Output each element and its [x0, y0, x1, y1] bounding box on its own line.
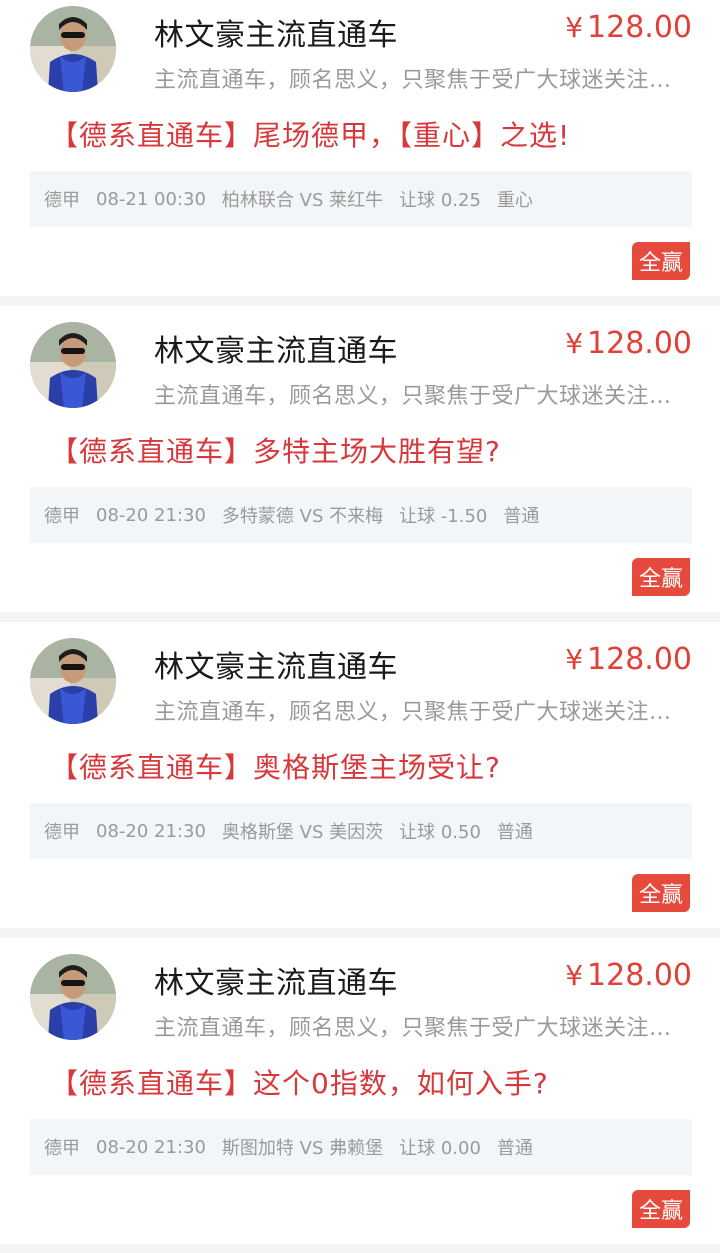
match-teams: 奥格斯堡 VS 美因茨 [221, 822, 384, 843]
price: ¥128.00 [565, 958, 692, 993]
author-avatar[interactable] [30, 638, 116, 724]
author-avatar-icon [30, 954, 116, 1040]
match-time: 08-20 21:30 [96, 820, 206, 842]
author-avatar-icon [30, 6, 116, 92]
author-intro: 主流直通车，顾名思义，只聚焦于受广大球迷关注… [154, 68, 672, 93]
result-badge: 全赢 [632, 874, 690, 912]
match-handicap: 让球 0.25 [399, 190, 481, 211]
price-value: 128.00 [587, 642, 692, 677]
author-name[interactable]: 林文豪主流直通车 [154, 958, 398, 1002]
post-title[interactable]: 【德系直通车】尾场德甲，【重心】之选! [50, 114, 700, 154]
post-title[interactable]: 【德系直通车】多特主场大胜有望? [50, 430, 700, 470]
author-avatar-icon [30, 322, 116, 408]
match-teams: 斯图加特 VS 弗赖堡 [221, 1138, 384, 1159]
author-name[interactable]: 林文豪主流直通车 [154, 326, 398, 370]
currency-symbol: ¥ [565, 327, 584, 360]
post-card[interactable]: 林文豪主流直通车 ¥128.00 主流直通车，顾名思义，只聚焦于受广大球迷关注…… [0, 306, 720, 612]
match-teams: 多特蒙德 VS 不来梅 [221, 506, 384, 527]
currency-symbol: ¥ [565, 643, 584, 676]
price-value: 128.00 [587, 10, 692, 45]
author-avatar-icon [30, 638, 116, 724]
result-badge: 全赢 [632, 1190, 690, 1228]
result-badge: 全赢 [632, 558, 690, 596]
post-title[interactable]: 【德系直通车】这个0指数，如何入手? [50, 1062, 700, 1102]
post-title[interactable]: 【德系直通车】奥格斯堡主场受让? [50, 746, 700, 786]
match-league: 德甲 [44, 190, 80, 211]
match-handicap: 让球 0.50 [399, 822, 481, 843]
author-intro: 主流直通车，顾名思义，只聚焦于受广大球迷关注… [154, 700, 672, 725]
match-league: 德甲 [44, 822, 80, 843]
author-intro: 主流直通车，顾名思义，只聚焦于受广大球迷关注… [154, 1016, 672, 1041]
price: ¥128.00 [565, 326, 692, 361]
match-info: 德甲 08-20 21:30 多特蒙德 VS 不来梅 让球 -1.50 普通 [30, 487, 692, 543]
author-name[interactable]: 林文豪主流直通车 [154, 642, 398, 686]
match-info: 德甲 08-20 21:30 斯图加特 VS 弗赖堡 让球 0.00 普通 [30, 1119, 692, 1175]
match-handicap: 让球 -1.50 [399, 506, 488, 527]
match-time: 08-21 00:30 [96, 188, 206, 210]
price-value: 128.00 [587, 958, 692, 993]
price: ¥128.00 [565, 642, 692, 677]
match-tag: 重心 [496, 190, 533, 211]
post-feed: 林文豪主流直通车 ¥128.00 主流直通车，顾名思义，只聚焦于受广大球迷关注…… [0, 0, 720, 1253]
post-card[interactable]: 林文豪主流直通车 ¥128.00 主流直通车，顾名思义，只聚焦于受广大球迷关注…… [0, 0, 720, 296]
author-avatar[interactable] [30, 954, 116, 1040]
match-teams: 柏林联合 VS 莱红牛 [221, 190, 384, 211]
currency-symbol: ¥ [565, 959, 584, 992]
match-tag: 普通 [503, 506, 540, 527]
currency-symbol: ¥ [565, 11, 584, 44]
match-tag: 普通 [496, 822, 533, 843]
author-avatar[interactable] [30, 6, 116, 92]
price: ¥128.00 [565, 10, 692, 45]
match-league: 德甲 [44, 506, 80, 527]
match-handicap: 让球 0.00 [399, 1138, 481, 1159]
post-card[interactable]: 林文豪主流直通车 ¥128.00 主流直通车，顾名思义，只聚焦于受广大球迷关注…… [0, 622, 720, 928]
match-info: 德甲 08-20 21:30 奥格斯堡 VS 美因茨 让球 0.50 普通 [30, 803, 692, 859]
match-tag: 普通 [496, 1138, 533, 1159]
post-card[interactable]: 林文豪主流直通车 ¥128.00 主流直通车，顾名思义，只聚焦于受广大球迷关注…… [0, 938, 720, 1244]
price-value: 128.00 [587, 326, 692, 361]
author-intro: 主流直通车，顾名思义，只聚焦于受广大球迷关注… [154, 384, 672, 409]
match-time: 08-20 21:30 [96, 504, 206, 526]
author-avatar[interactable] [30, 322, 116, 408]
author-name[interactable]: 林文豪主流直通车 [154, 10, 398, 54]
result-badge: 全赢 [632, 242, 690, 280]
match-info: 德甲 08-21 00:30 柏林联合 VS 莱红牛 让球 0.25 重心 [30, 171, 692, 227]
match-league: 德甲 [44, 1138, 80, 1159]
match-time: 08-20 21:30 [96, 1136, 206, 1158]
